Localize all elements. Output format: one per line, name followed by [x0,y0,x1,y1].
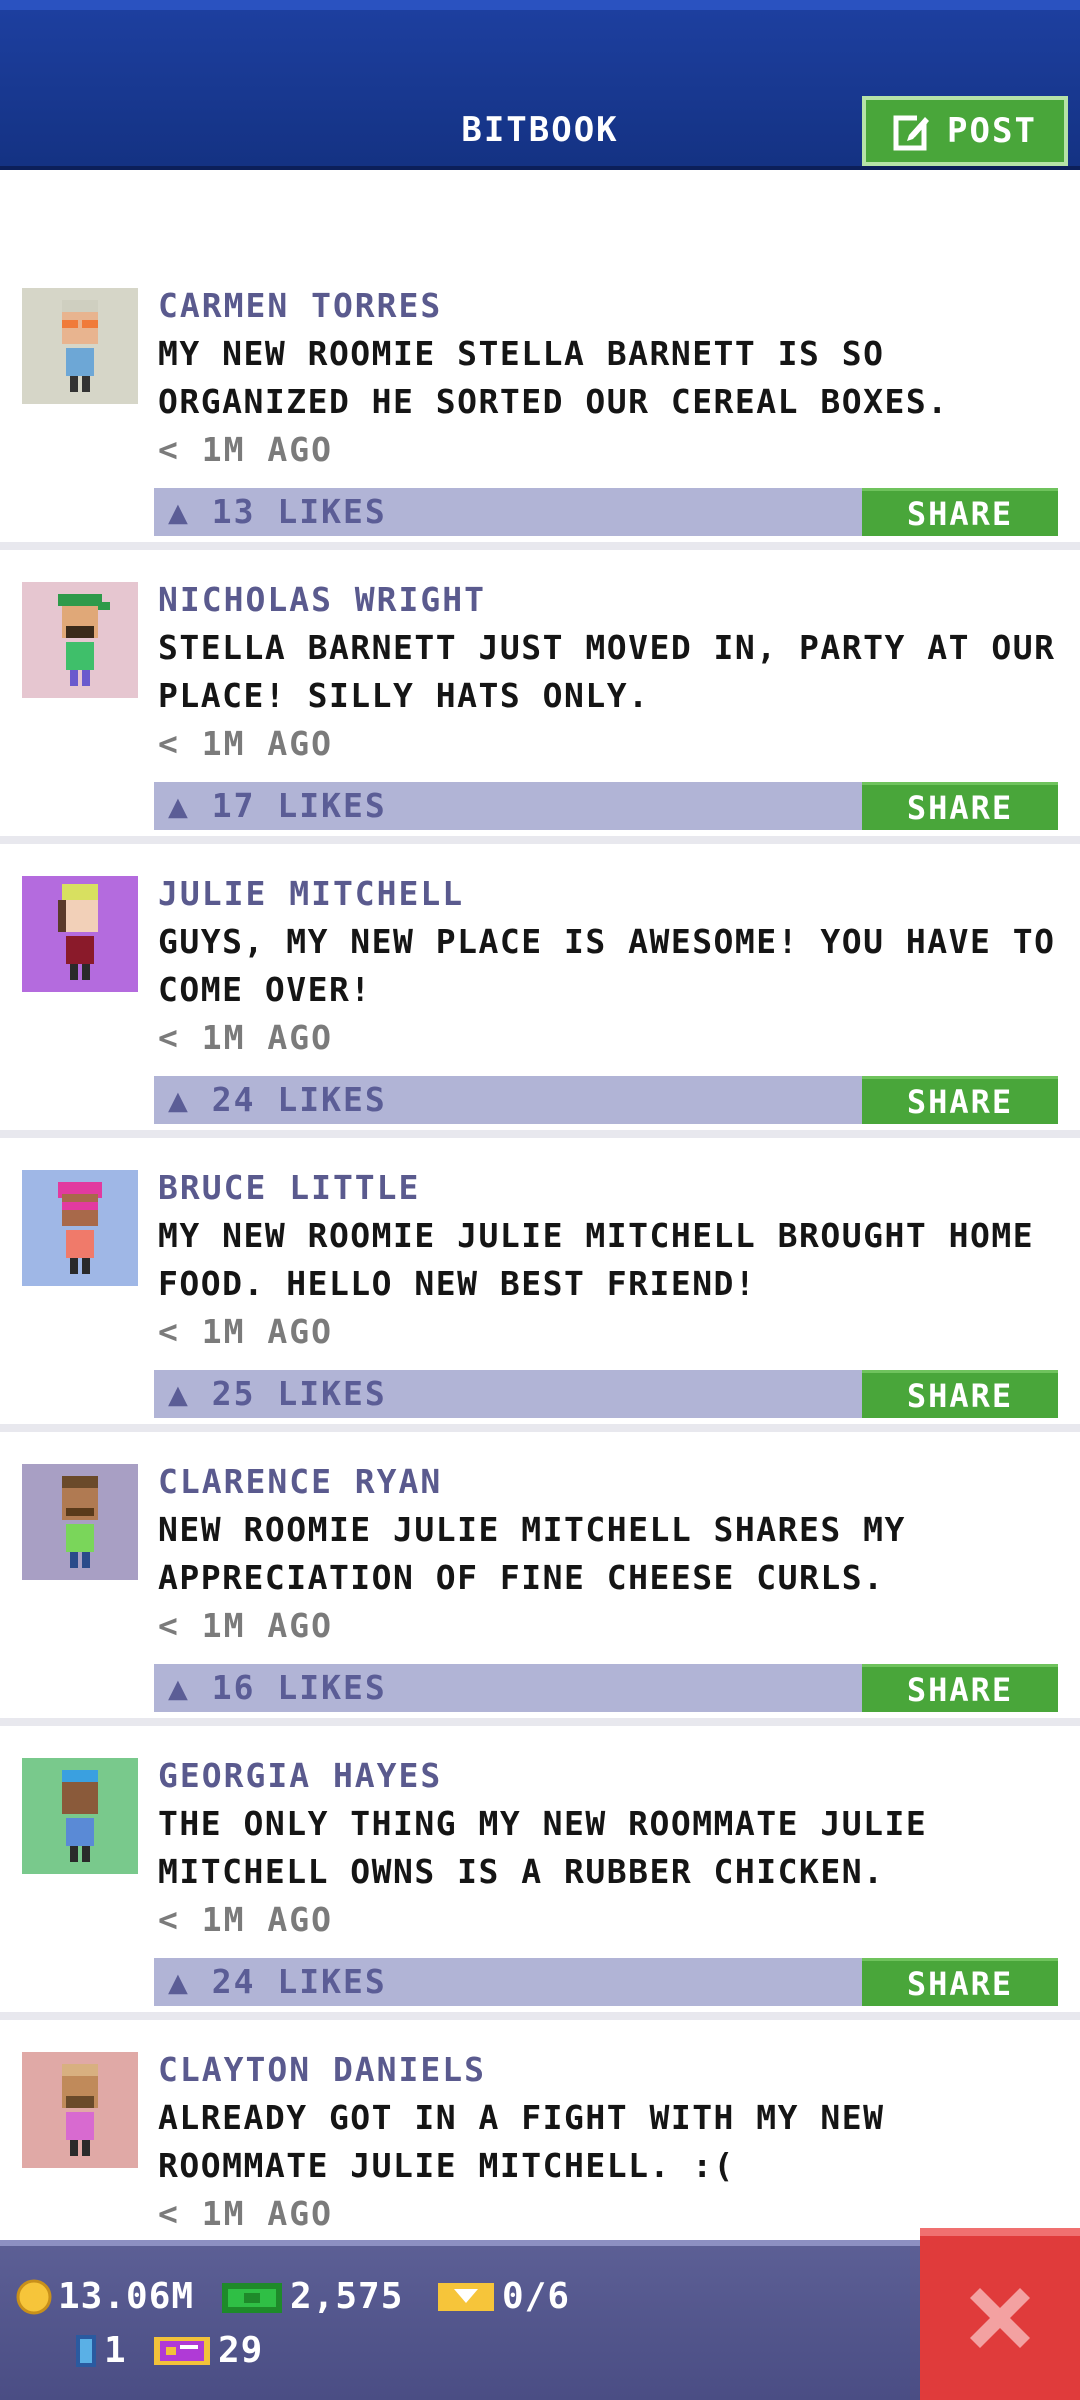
cash-icon [222,2282,282,2313]
like-count-value: 17 LIKES [211,786,387,825]
level-bar-icon [76,2334,96,2367]
avatar[interactable] [22,2052,138,2168]
post-time: < 1M AGO [158,1018,333,1057]
status-bar: 13.06M 2,575 0/6 1 29 [0,2240,1080,2400]
feed-post: BRUCE LITTLE MY NEW ROOMIE JULIE MITCHEL… [0,1146,1080,1432]
character-avatar-icon [62,1770,98,1862]
like-count-value: 24 LIKES [211,1080,387,1119]
share-button[interactable]: SHARE [862,782,1058,830]
like-count: ▲ 13 LIKES [168,492,387,531]
avatar[interactable] [22,582,138,698]
like-count: ▲ 24 LIKES [168,1080,387,1119]
post-author[interactable]: CLAYTON DANIELS [158,2050,486,2090]
feed-list[interactable]: CARMEN TORRES MY NEW ROOMIE STELLA BARNE… [0,170,1080,2240]
feed-post: GEORGIA HAYES THE ONLY THING MY NEW ROOM… [0,1734,1080,2020]
post-text: GUYS, MY NEW PLACE IS AWESOME! YOU HAVE … [158,922,1056,1009]
level-value: 1 [104,2330,127,2371]
avatar[interactable] [22,1464,138,1580]
likes-bar[interactable]: ▲ 24 LIKES SHARE [154,1958,1058,2006]
coins-value: 13.06M [58,2276,195,2317]
character-avatar-icon [58,884,98,980]
post-time: < 1M AGO [158,1900,333,1939]
character-avatar-icon [58,594,110,686]
post-time-value: 1M AGO [201,2194,333,2233]
like-count: ▲ 25 LIKES [168,1374,387,1413]
post-time-value: 1M AGO [201,430,333,469]
post-button-label: POST [947,111,1037,151]
tickets-value: 0/6 [502,2276,571,2317]
bux-stat: 2,575 [220,2276,403,2317]
like-count-value: 25 LIKES [211,1374,387,1413]
compose-icon [893,113,932,151]
share-button[interactable]: SHARE [862,1370,1058,1418]
feed-post: CARMEN TORRES MY NEW ROOMIE STELLA BARNE… [0,264,1080,550]
post-author[interactable]: JULIE MITCHELL [158,874,464,914]
post-text: NEW ROOMIE JULIE MITCHELL SHARES MY APPR… [158,1510,906,1597]
share-button[interactable]: SHARE [862,1664,1058,1712]
vip-icon [154,2336,210,2365]
level-stat: 1 [74,2330,127,2371]
avatar[interactable] [22,1170,138,1286]
likes-bar[interactable]: ▲ 24 LIKES SHARE [154,1076,1058,1124]
like-count: ▲ 24 LIKES [168,1962,387,2001]
character-avatar-icon [62,300,98,392]
like-count: ▲ 17 LIKES [168,786,387,825]
avatar[interactable] [22,288,138,404]
post-time-value: 1M AGO [201,1018,333,1057]
like-count-value: 24 LIKES [211,1962,387,2001]
post-author[interactable]: CARMEN TORRES [158,286,442,326]
likes-bar[interactable]: ▲ 17 LIKES SHARE [154,782,1058,830]
share-button[interactable]: SHARE [862,1958,1058,2006]
character-avatar-icon [62,2064,98,2156]
coin-icon [16,2279,52,2314]
post-text: STELLA BARNETT JUST MOVED IN, PARTY AT O… [158,628,1056,715]
like-count-value: 13 LIKES [211,492,387,531]
post-time-value: 1M AGO [201,1312,333,1351]
post-text: MY NEW ROOMIE JULIE MITCHELL BROUGHT HOM… [158,1216,1035,1303]
like-count-value: 16 LIKES [211,1668,387,1707]
post-time-value: 1M AGO [201,724,333,763]
likes-bar[interactable]: ▲ 13 LIKES SHARE [154,488,1058,536]
post-author[interactable]: NICHOLAS WRIGHT [158,580,486,620]
share-button[interactable]: SHARE [862,1076,1058,1124]
post-time: < 1M AGO [158,430,333,469]
bux-value: 2,575 [290,2276,404,2317]
share-button[interactable]: SHARE [862,488,1058,536]
vip-value: 29 [218,2330,264,2371]
post-time: < 1M AGO [158,1606,333,1645]
post-author[interactable]: CLARENCE RYAN [158,1462,442,1502]
character-avatar-icon [62,1476,98,1568]
ticket-icon [438,2282,494,2311]
coins-stat: 13.06M [16,2276,194,2317]
tickets-stat: 0/6 [436,2276,570,2317]
post-author[interactable]: BRUCE LITTLE [158,1168,420,1208]
post-text: MY NEW ROOMIE STELLA BARNETT IS SO ORGAN… [158,334,949,421]
feed-post: JULIE MITCHELL GUYS, MY NEW PLACE IS AWE… [0,852,1080,1138]
post-text: ALREADY GOT IN A FIGHT WITH MY NEW ROOMM… [158,2098,885,2185]
close-button[interactable] [920,2228,1080,2400]
post-author[interactable]: GEORGIA HAYES [158,1756,442,1796]
post-time: < 1M AGO [158,724,333,763]
post-button[interactable]: POST [862,96,1068,166]
avatar[interactable] [22,876,138,992]
post-time-value: 1M AGO [201,1606,333,1645]
top-bar: BITBOOK POST [0,0,1080,170]
likes-bar[interactable]: ▲ 16 LIKES SHARE [154,1664,1058,1712]
post-time: < 1M AGO [158,1312,333,1351]
character-avatar-icon [58,1182,102,1274]
close-icon [970,2288,1030,2348]
vip-stat: 29 [152,2330,263,2371]
feed-post: NICHOLAS WRIGHT STELLA BARNETT JUST MOVE… [0,558,1080,844]
likes-bar[interactable]: ▲ 25 LIKES SHARE [154,1370,1058,1418]
post-text: THE ONLY THING MY NEW ROOMMATE JULIE MIT… [158,1804,928,1891]
like-count: ▲ 16 LIKES [168,1668,387,1707]
post-time-value: 1M AGO [201,1900,333,1939]
feed-post: CLARENCE RYAN NEW ROOMIE JULIE MITCHELL … [0,1440,1080,1726]
avatar[interactable] [22,1758,138,1874]
post-time: < 1M AGO [158,2194,333,2233]
feed-post: CLAYTON DANIELS ALREADY GOT IN A FIGHT W… [0,2028,1080,2240]
